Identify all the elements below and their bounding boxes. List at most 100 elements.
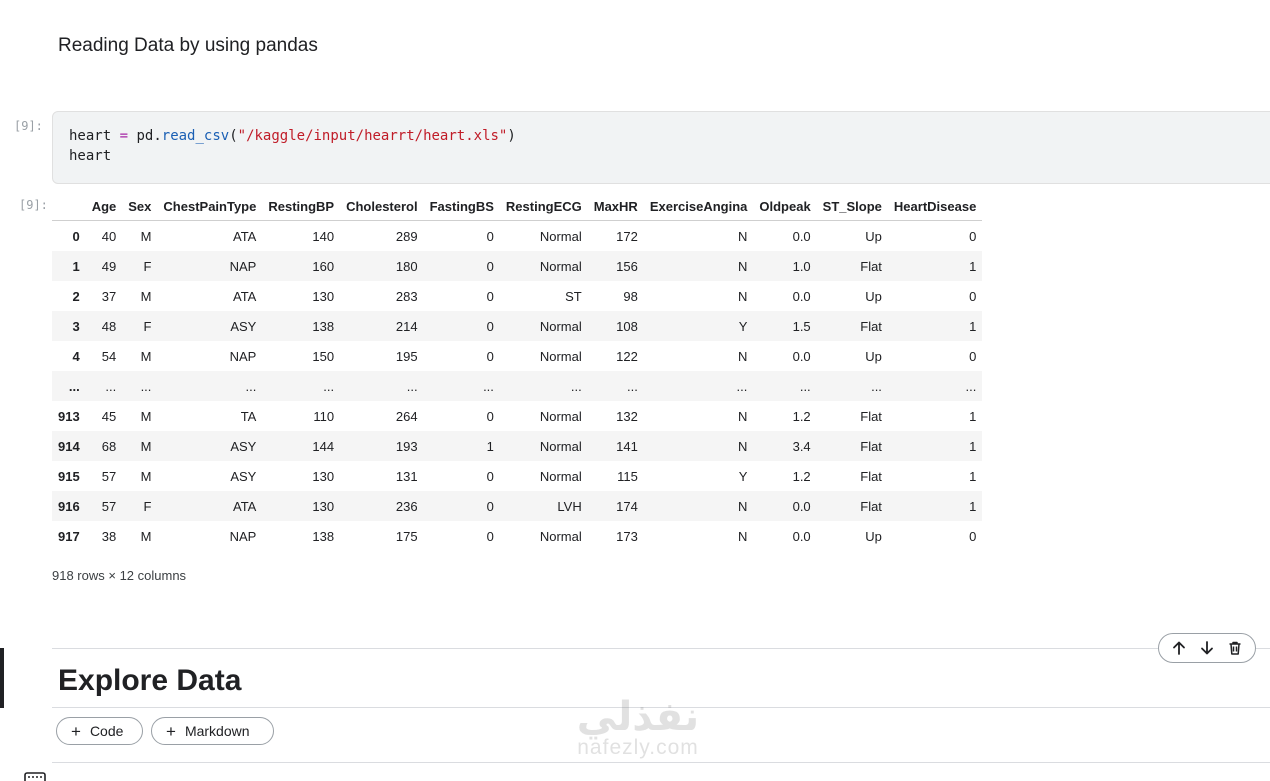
- table-cell: 175: [395, 528, 418, 544]
- table-cell: Up: [865, 528, 882, 544]
- table-cell: F: [143, 318, 152, 334]
- column-header: HeartDisease: [887, 192, 983, 221]
- plus-icon: +: [166, 721, 176, 741]
- table-cell: N: [737, 528, 748, 544]
- markdown-text: Reading Data by using pandas: [58, 35, 318, 56]
- table-cell: 131: [395, 468, 418, 484]
- table-cell: 289: [395, 228, 418, 244]
- row-index: 913: [58, 408, 80, 424]
- table-cell: ...: [483, 378, 494, 394]
- table-cell: NAP: [229, 528, 257, 544]
- output-prompt: [9]:: [19, 198, 48, 212]
- code-token-paren-open: (: [229, 128, 238, 144]
- table-cell: 45: [101, 408, 117, 424]
- table-cell: 54: [101, 348, 117, 364]
- table-cell: M: [140, 438, 152, 454]
- table-cell: 57: [101, 498, 117, 514]
- table-cell: N: [737, 408, 748, 424]
- table-cell: 1.2: [792, 468, 811, 484]
- code-token-paren-close: ): [507, 128, 516, 144]
- table-cell: ST: [565, 288, 582, 304]
- arrow-up-icon: [1173, 641, 1185, 655]
- table-cell: 172: [616, 228, 638, 244]
- table-cell: F: [143, 258, 152, 274]
- table-cell: 138: [312, 528, 335, 544]
- row-index: 916: [58, 498, 80, 514]
- move-up-button[interactable]: [1168, 637, 1190, 659]
- table-cell: ASY: [230, 438, 257, 454]
- table-header-row: Age Sex ChestPainType RestingBP Cholesterol F…: [52, 192, 983, 221]
- table-cell: 0: [969, 348, 977, 364]
- table-cell: 173: [616, 528, 638, 544]
- add-code-cell-button[interactable]: + Code: [56, 717, 143, 745]
- table-cell: Flat: [860, 318, 882, 334]
- table-cell: N: [737, 438, 748, 454]
- table-row: 914 68 M ASY 144 193 1 Normal 141 N 3.4 Flat 1: [52, 431, 983, 461]
- code-cell-editor[interactable]: heart = pd.read_csv("/kaggle/input/hearr…: [52, 111, 1270, 184]
- move-down-button[interactable]: [1196, 637, 1218, 659]
- table-cell: 1: [969, 438, 977, 454]
- table-row: 913 45 M TA 110 264 0 Normal 132 N 1.2 Flat 1: [52, 401, 982, 431]
- column-header: Oldpeak: [753, 192, 817, 221]
- table-cell: 0: [969, 288, 977, 304]
- watermark-arabic: نفذلي: [576, 694, 700, 740]
- add-markdown-cell-button[interactable]: + Markdown: [151, 717, 274, 745]
- table-cell: 156: [616, 258, 638, 274]
- table-row: 0 40 M ATA 140 289 0 Normal 172 N 0.0 Up 0: [52, 221, 982, 252]
- table-cell: 1.2: [792, 408, 811, 424]
- column-header: MaxHR: [587, 192, 644, 221]
- table-cell: 130: [312, 288, 335, 304]
- table-cell: 1: [969, 408, 977, 424]
- table-cell: Normal: [539, 528, 582, 544]
- code-cell-prompt: [9]:: [14, 119, 43, 133]
- table-cell: 0: [486, 468, 494, 484]
- arrow-down-icon: [1201, 641, 1213, 655]
- table-cell: ...: [626, 378, 638, 394]
- watermark-latin: nafezly.com: [577, 736, 699, 759]
- table-cell: 264: [395, 408, 418, 424]
- table-cell: 1.5: [792, 318, 811, 334]
- table-row: .......................................: [52, 371, 983, 401]
- table-cell: 48: [101, 318, 117, 334]
- table-cell: 0.0: [792, 498, 811, 514]
- table-cell: Normal: [539, 318, 582, 334]
- table-cell: 138: [312, 318, 335, 334]
- column-header: ST_Slope: [816, 192, 888, 221]
- column-header: RestingBP: [262, 192, 341, 221]
- explore-heading: Explore Data: [58, 664, 242, 697]
- code-token-string: "/kaggle/input/hearrt/heart.xls": [237, 128, 508, 144]
- row-index: 917: [58, 528, 80, 544]
- table-cell: M: [140, 228, 152, 244]
- table-cell: 132: [616, 408, 638, 424]
- active-cell-indicator: [0, 648, 4, 708]
- table-cell: Normal: [539, 468, 582, 484]
- table-row: 3 48 F ASY 138 214 0 Normal 108 Y 1.5 Flat 1: [52, 311, 983, 341]
- table-cell: 57: [101, 468, 117, 484]
- row-index: 2: [72, 288, 80, 304]
- table-cell: Up: [865, 288, 882, 304]
- delete-cell-button[interactable]: [1224, 637, 1246, 659]
- index-header: [52, 192, 86, 221]
- table-cell: 214: [395, 318, 418, 334]
- table-cell: M: [140, 288, 152, 304]
- table-cell: M: [140, 468, 152, 484]
- table-cell: 236: [395, 498, 418, 514]
- watermark: نفذلي nafezly.com: [558, 694, 718, 780]
- add-code-label: Code: [89, 723, 124, 739]
- table-cell: 160: [312, 258, 335, 274]
- table-cell: 130: [312, 468, 335, 484]
- table-cell: 141: [616, 438, 638, 454]
- table-cell: 3.4: [792, 438, 811, 454]
- column-header: ExerciseAngina: [643, 192, 754, 221]
- code-line-2: heart: [69, 148, 112, 164]
- table-cell: ASY: [230, 468, 257, 484]
- trash-icon: [1229, 641, 1241, 655]
- table-cell: 140: [312, 228, 335, 244]
- table-cell: 0: [486, 408, 494, 424]
- keyboard-icon[interactable]: [24, 772, 46, 781]
- table-cell: ATA: [233, 498, 257, 514]
- table-cell: 193: [395, 438, 418, 454]
- table-cell: 0.0: [792, 288, 811, 304]
- table-cell: 195: [395, 348, 418, 364]
- table-cell: Normal: [539, 408, 582, 424]
